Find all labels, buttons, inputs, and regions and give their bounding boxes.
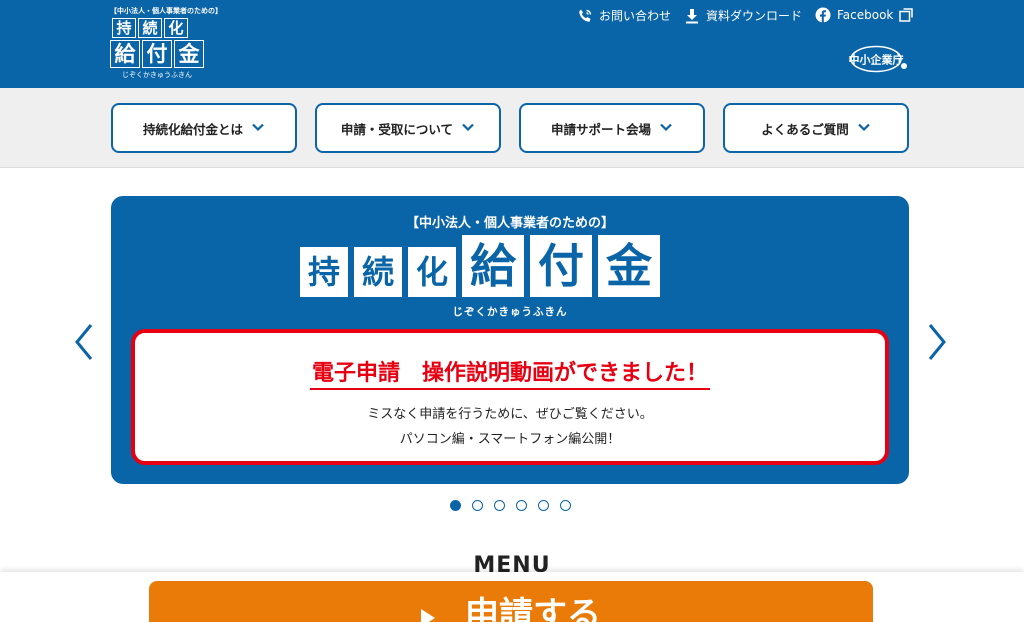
apply-button[interactable]: 申請する [149, 581, 873, 622]
carousel-dot[interactable] [516, 500, 527, 511]
carousel-dot[interactable] [560, 500, 571, 511]
chevron-down-icon [461, 120, 475, 137]
facebook-link[interactable]: Facebook [815, 7, 914, 23]
hero-title-char: 付 [530, 235, 592, 297]
hero-title: 持 続 化 給 付 金 [300, 235, 660, 297]
external-link-icon [899, 8, 914, 22]
site-header: 【中小法人・個人事業者のための】 持 続 化 給 付 金 じぞくかきゅうふきん … [0, 0, 1024, 88]
notice-title-wrap: 電子申請 操作説明動画ができました！ [135, 355, 885, 390]
contact-link[interactable]: お問い合わせ [577, 7, 671, 24]
carousel-prev-button[interactable] [72, 322, 96, 362]
nav-item-faq[interactable]: よくあるご質問 [723, 103, 909, 153]
logo-char: 化 [164, 18, 188, 38]
hero-title-char: 金 [598, 235, 660, 297]
hero-title-char: 給 [462, 235, 524, 297]
carousel-dot[interactable] [472, 500, 483, 511]
hero-subtitle: 【中小法人・個人事業者のための】 [405, 216, 614, 231]
main-nav: 持続化給付金とは 申請・受取について 申請サポート会場 よくあるご質問 [0, 88, 1024, 168]
site-logo[interactable]: 【中小法人・個人事業者のための】 持 続 化 給 付 金 じぞくかきゅうふきん [110, 6, 222, 82]
nav-item-label: 持続化給付金とは [142, 121, 243, 137]
apply-button-label: 申請する [465, 595, 601, 622]
notice-title: 電子申請 操作説明動画ができました！ [309, 355, 710, 390]
ministry-logo[interactable]: 中小企業庁 [848, 44, 910, 74]
download-link-label: 資料ダウンロード [706, 9, 803, 23]
carousel-next-button[interactable] [925, 322, 949, 362]
hero-title-char: 持 [300, 247, 348, 297]
hero-title-char: 続 [354, 247, 402, 297]
nav-item-apply[interactable]: 申請・受取について [315, 103, 501, 153]
carousel-pagination [450, 500, 571, 511]
nav-item-label: よくあるご質問 [761, 121, 849, 137]
ministry-label: 中小企業庁 [849, 53, 904, 67]
facebook-icon [815, 7, 831, 23]
nav-item-about[interactable]: 持続化給付金とは [111, 103, 297, 153]
chevron-down-icon [659, 120, 673, 137]
logo-char: 続 [138, 18, 162, 38]
download-icon [684, 8, 700, 24]
logo-char: 付 [142, 40, 172, 68]
facebook-link-label: Facebook [837, 8, 894, 22]
download-link[interactable]: 資料ダウンロード [684, 7, 802, 24]
phone-icon [577, 8, 593, 24]
nav-item-label: 申請・受取について [340, 121, 454, 137]
chevron-right-icon [925, 324, 949, 366]
carousel-dot[interactable] [494, 500, 505, 511]
notice-box: 電子申請 操作説明動画ができました！ ミスなく申請を行うために、ぜひご覧ください… [131, 329, 889, 465]
chevron-down-icon [857, 120, 871, 137]
hero-slide[interactable]: 【中小法人・個人事業者のための】 持 続 化 給 付 金 じぞくかきゅうふきん … [111, 196, 909, 484]
nav-item-support[interactable]: 申請サポート会場 [519, 103, 705, 153]
chevron-left-icon [72, 324, 96, 366]
logo-kana: じぞくかきゅうふきん [122, 71, 192, 79]
logo-tagline: 【中小法人・個人事業者のための】 [110, 7, 222, 15]
chevron-down-icon [251, 120, 265, 137]
logo-row-top: 持 続 化 [110, 18, 220, 38]
carousel-dot[interactable] [538, 500, 549, 511]
logo-row-bottom: 給 付 金 [110, 40, 220, 68]
menu-heading: MENU [473, 553, 551, 573]
contact-link-label: お問い合わせ [599, 9, 672, 23]
logo-char: 持 [112, 18, 136, 38]
logo-char: 金 [174, 40, 204, 68]
nav-item-label: 申請サポート会場 [550, 121, 651, 137]
hero-title-char: 化 [408, 247, 456, 297]
notice-line: ミスなく申請を行うために、ぜひご覧ください。 [367, 407, 653, 422]
hero-kana: じぞくかきゅうふきん [452, 306, 568, 318]
carousel-dot[interactable] [450, 500, 461, 511]
play-icon [421, 609, 435, 622]
logo-char: 給 [110, 40, 140, 68]
notice-line: パソコン編・スマートフォン編公開！ [399, 432, 621, 447]
